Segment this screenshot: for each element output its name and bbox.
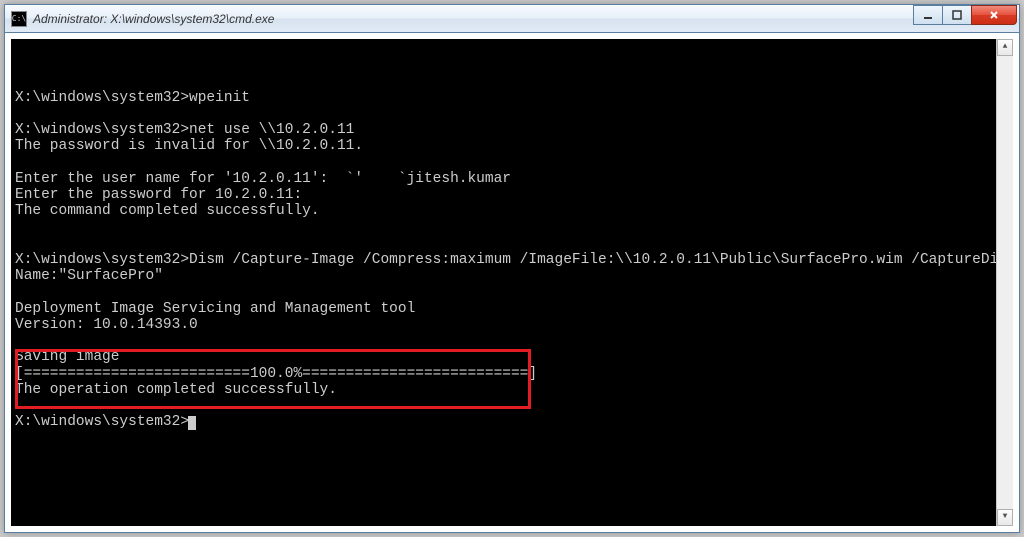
minimize-button[interactable]: [913, 5, 943, 25]
line: Name:"SurfacePro": [15, 268, 163, 284]
line: The password is invalid for \\10.2.0.11.: [15, 138, 363, 154]
line: Deployment Image Servicing and Managemen…: [15, 301, 415, 317]
terminal-client-area: X:\windows\system32>wpeinit X:\windows\s…: [11, 39, 1013, 526]
command: Dism /Capture-Image /Compress:maximum /I…: [189, 252, 1013, 268]
maximize-button[interactable]: [942, 5, 972, 25]
close-button[interactable]: [971, 5, 1017, 25]
line: Version: 10.0.14393.0: [15, 317, 198, 333]
cmd-icon: C:\: [11, 11, 27, 27]
scroll-up-button[interactable]: ▲: [997, 39, 1013, 56]
scroll-down-button[interactable]: ▼: [997, 509, 1013, 526]
prompt: X:\windows\system32>: [15, 414, 189, 430]
line: The command completed successfully.: [15, 203, 320, 219]
progress-bar: [==========================100.0%=======…: [15, 366, 537, 382]
terminal-output[interactable]: X:\windows\system32>wpeinit X:\windows\s…: [11, 71, 1013, 430]
line: Enter the user name for '10.2.0.11': `' …: [15, 171, 511, 187]
scroll-track[interactable]: [997, 56, 1013, 509]
line: Saving image: [15, 349, 119, 365]
command: wpeinit: [189, 90, 250, 106]
command-prompt-window: C:\ Administrator: X:\windows\system32\c…: [4, 4, 1020, 533]
window-controls: [914, 5, 1017, 25]
prompt: X:\windows\system32>: [15, 90, 189, 106]
prompt: X:\windows\system32>: [15, 252, 189, 268]
vertical-scrollbar[interactable]: ▲ ▼: [996, 39, 1013, 526]
line: Enter the password for 10.2.0.11:: [15, 187, 302, 203]
window-title: Administrator: X:\windows\system32\cmd.e…: [33, 12, 274, 26]
command: net use \\10.2.0.11: [189, 122, 354, 138]
cursor: [188, 416, 196, 430]
prompt: X:\windows\system32>: [15, 122, 189, 138]
line: The operation completed successfully.: [15, 382, 337, 398]
titlebar[interactable]: C:\ Administrator: X:\windows\system32\c…: [5, 5, 1019, 33]
